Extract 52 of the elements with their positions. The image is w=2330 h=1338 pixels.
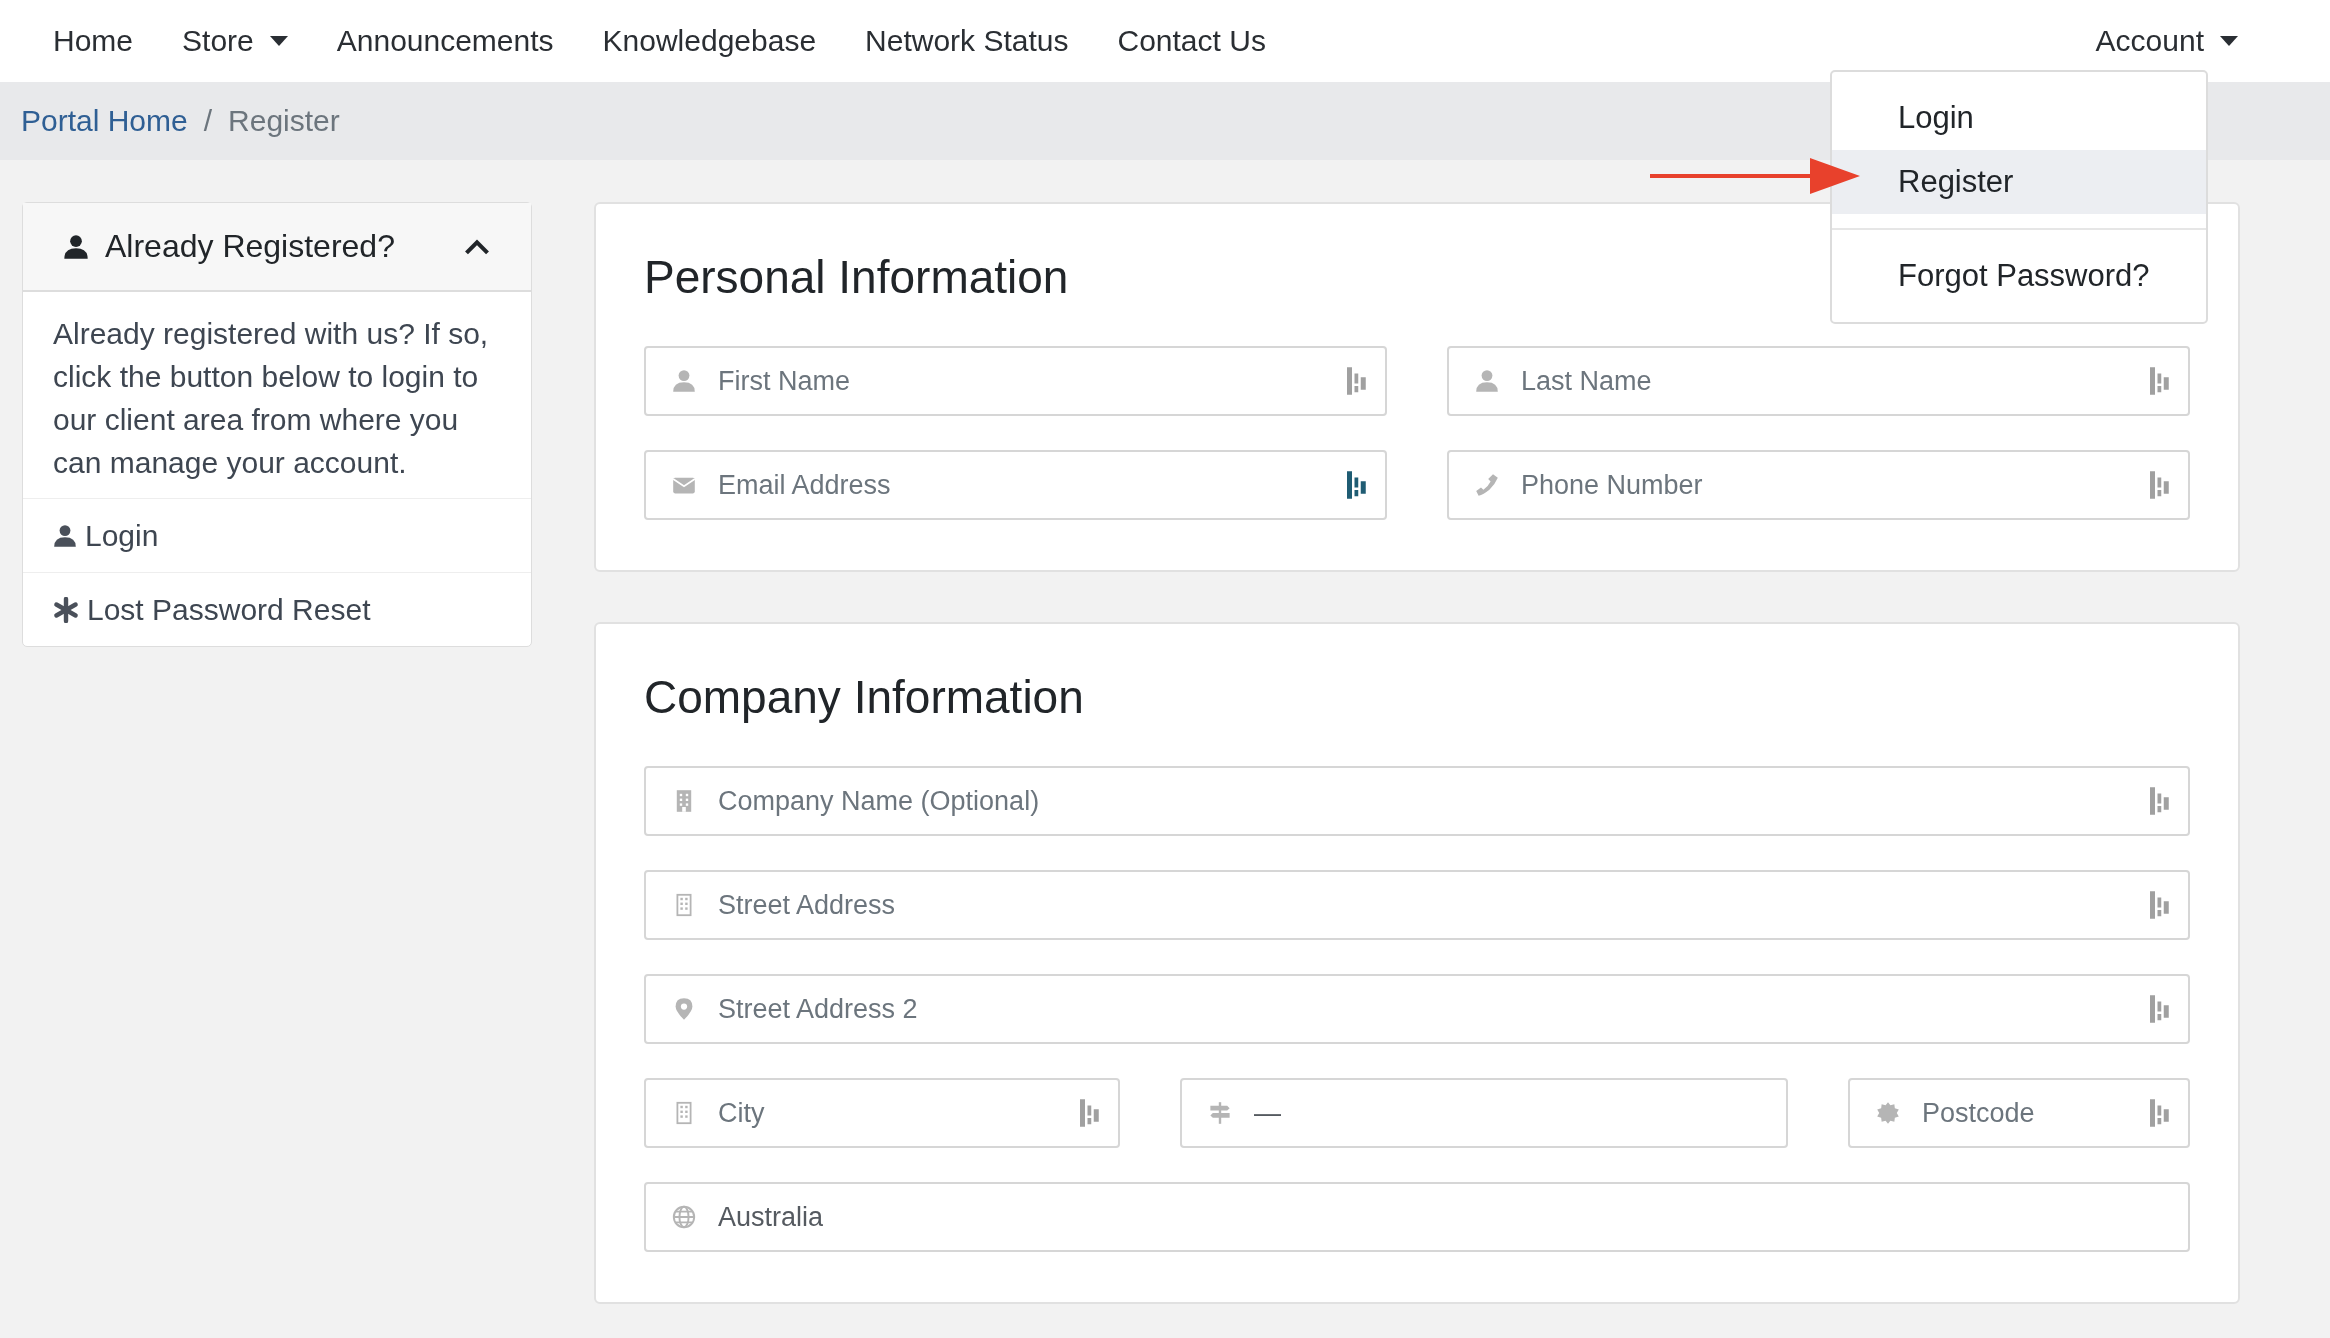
input-field[interactable]: Phone Number (1447, 450, 2190, 520)
nav-link[interactable]: Knowledgebase (602, 24, 817, 58)
seal-icon (1876, 1101, 1900, 1125)
input-field[interactable]: Street Address 2 (644, 974, 2190, 1044)
breadcrumb-link[interactable]: Portal Home (21, 104, 188, 138)
menu-item[interactable]: Login (1832, 86, 2206, 150)
account-menu-toggle[interactable]: Account (2095, 24, 2238, 58)
input-field[interactable]: Postcode (1848, 1078, 2190, 1148)
input-field[interactable]: Company Name (Optional) (644, 766, 2190, 836)
panel-text: Already registered with us? If so, click the button below to login to our client area from where you can manage your account. (23, 292, 531, 499)
user-icon (1475, 369, 1499, 393)
field-value: Australia (718, 1201, 825, 1233)
bars-icon[interactable] (1347, 470, 1367, 500)
input-field[interactable]: City (644, 1078, 1120, 1148)
input-field[interactable]: Last Name (1447, 346, 2190, 416)
signpost-icon (1208, 1101, 1232, 1125)
input-field[interactable]: Street Address (644, 870, 2190, 940)
field-placeholder: Street Address 2 (718, 993, 919, 1025)
select-field[interactable]: Australia (644, 1182, 2190, 1252)
section-title: Personal Information (644, 250, 1069, 304)
field-placeholder: Postcode (1922, 1097, 2036, 1129)
user-icon (53, 523, 77, 548)
asterisk-icon (53, 596, 79, 623)
user-icon (672, 369, 696, 393)
field-placeholder: First Name (718, 365, 851, 397)
nav-link[interactable]: Contact Us (1117, 24, 1266, 58)
sidebar-link[interactable]: Lost Password Reset (23, 573, 531, 646)
field-placeholder: Last Name (1521, 365, 1653, 397)
field-value: — (1254, 1097, 1282, 1129)
breadcrumb-separator: / (203, 104, 213, 138)
field-placeholder: Street Address (718, 889, 897, 921)
field-placeholder: Phone Number (1521, 469, 1704, 501)
phone-icon (1475, 473, 1499, 497)
input-field[interactable]: Email Address (644, 450, 1387, 520)
nav-link[interactable]: Store (182, 24, 288, 58)
input-field[interactable]: First Name (644, 346, 1387, 416)
user-icon (63, 233, 89, 260)
field-placeholder: Email Address (718, 469, 892, 501)
nav-link[interactable]: Announcements (336, 24, 554, 58)
field-placeholder: City (718, 1097, 766, 1129)
panel-header[interactable]: Already Registered? (23, 203, 531, 292)
breadcrumb-current: Register (228, 104, 340, 138)
nav-link[interactable]: Home (53, 24, 134, 58)
section-title: Company Information (644, 670, 1084, 724)
sidebar-link[interactable]: Login (23, 499, 531, 573)
panel-title: Already Registered? (105, 228, 396, 265)
select-field[interactable]: — (1180, 1078, 1788, 1148)
nav-link[interactable]: Network Status (865, 24, 1069, 58)
globe-icon (672, 1205, 696, 1229)
field-placeholder: Company Name (Optional) (718, 785, 1041, 817)
menu-item[interactable]: Forgot Password? (1832, 244, 2206, 308)
menu-item[interactable]: Register (1832, 150, 2206, 214)
